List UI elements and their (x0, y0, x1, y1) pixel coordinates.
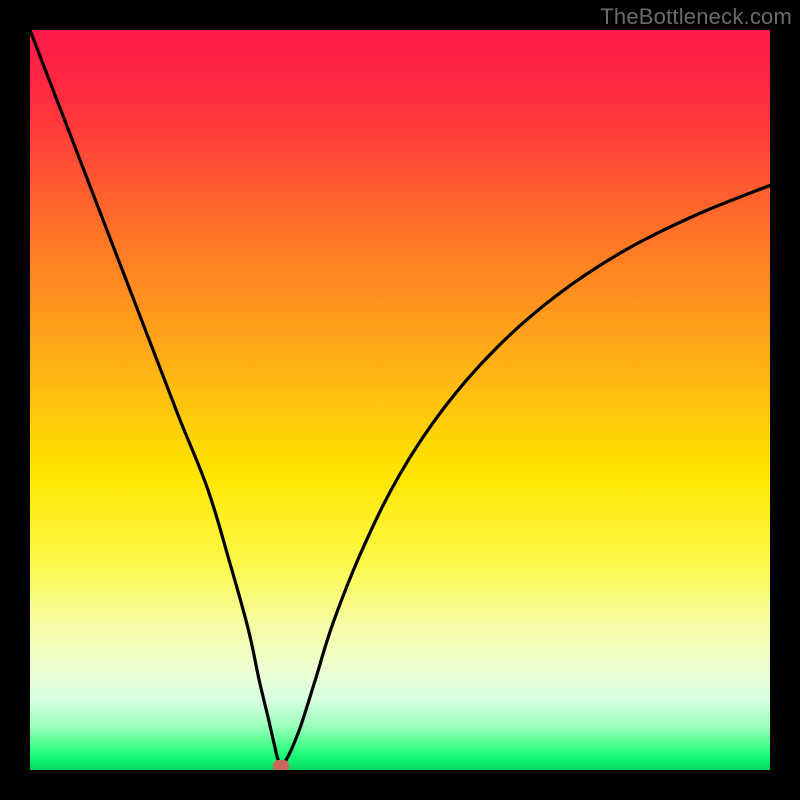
optimal-point-marker (273, 760, 289, 770)
watermark-text: TheBottleneck.com (600, 4, 792, 30)
plot-area (30, 30, 770, 770)
bottleneck-curve (30, 30, 770, 764)
chart-frame: TheBottleneck.com (0, 0, 800, 800)
curve-layer (30, 30, 770, 770)
